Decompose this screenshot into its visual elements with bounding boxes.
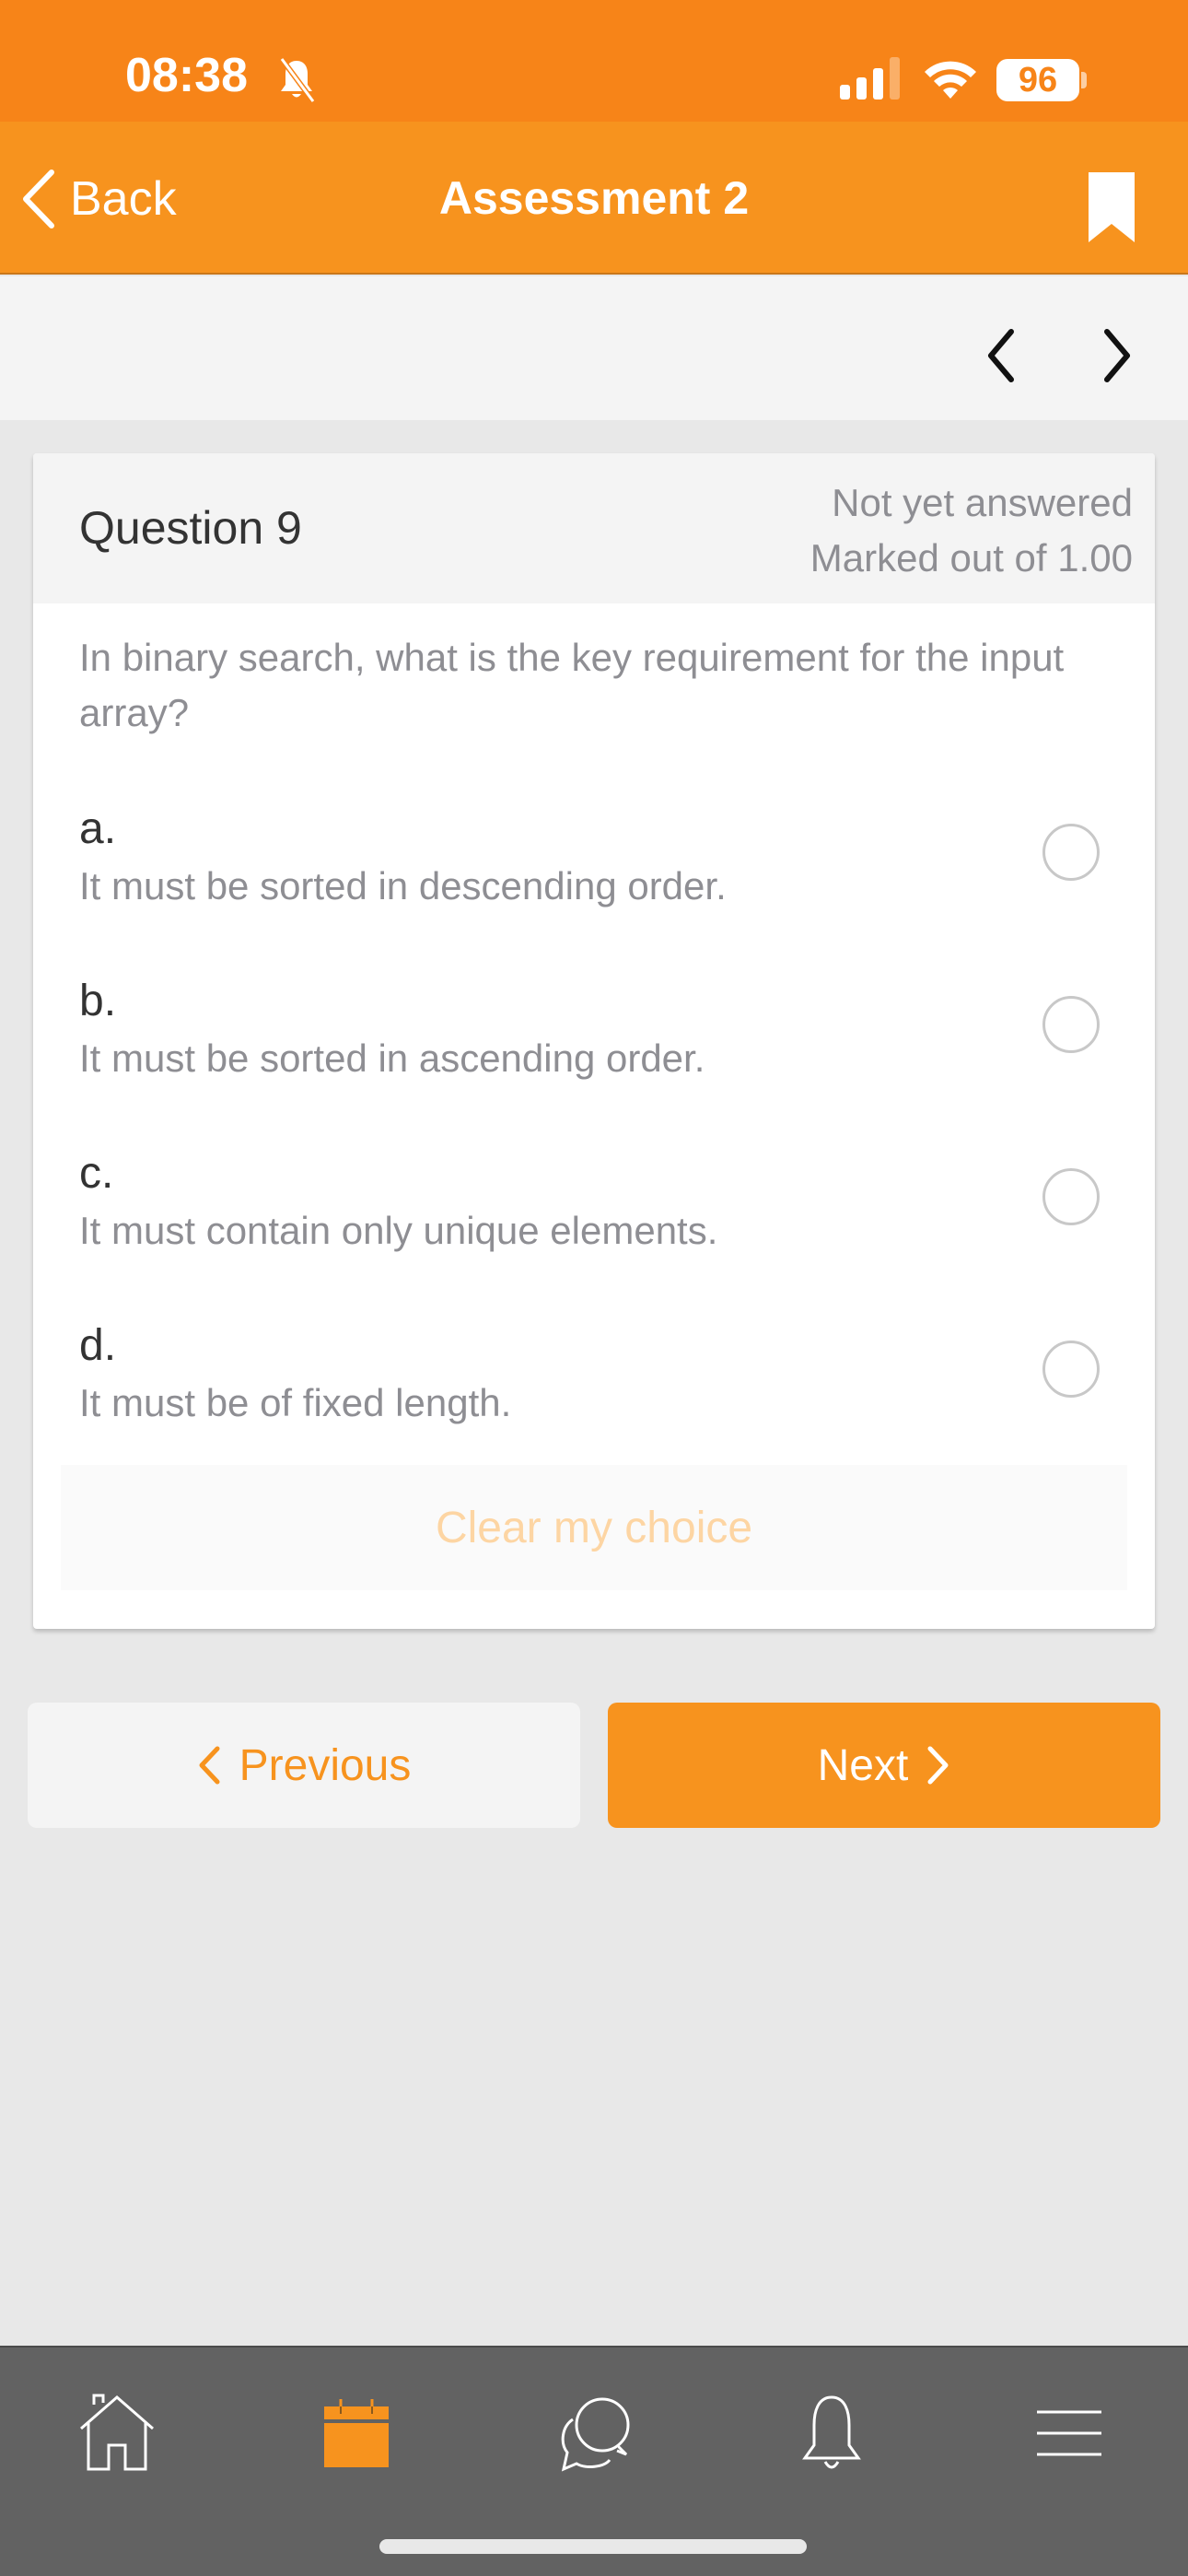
option-text: It must be sorted in descending order. <box>79 864 727 907</box>
clear-choice-button[interactable]: Clear my choice <box>61 1465 1127 1590</box>
question-navigation-bar <box>0 276 1188 420</box>
home-indicator[interactable] <box>379 2539 807 2554</box>
tab-messages[interactable] <box>543 2383 645 2484</box>
next-button[interactable]: Next <box>608 1703 1160 1828</box>
radio-button[interactable] <box>1042 1168 1100 1225</box>
question-text: In binary search, what is the key requir… <box>79 636 1065 734</box>
chat-bubbles-icon <box>561 2397 630 2472</box>
answer-option-c[interactable]: c. It must contain only unique elements. <box>33 1148 1155 1305</box>
page-title: Assessment 2 <box>438 172 750 224</box>
marks-info: Marked out of 1.00 <box>809 536 1133 580</box>
battery-icon: 96 <box>996 59 1079 101</box>
question-header: Question 9 Not yet answered Marked out o… <box>33 453 1155 603</box>
answer-status: Not yet answered <box>832 481 1133 524</box>
option-text: It must be of fixed length. <box>79 1381 512 1424</box>
chevron-right-icon[interactable] <box>1098 328 1135 383</box>
previous-label: Previous <box>239 1740 412 1790</box>
bookmark-icon[interactable] <box>1089 172 1135 242</box>
status-bar: 08:38 96 <box>0 0 1188 122</box>
option-text: It must contain only unique elements. <box>79 1209 718 1252</box>
option-text: It must be sorted in ascending order. <box>79 1036 705 1080</box>
navigation-bar: Back Assessment 2 <box>0 122 1188 275</box>
cellular-signal-icon <box>840 57 900 100</box>
bell-icon <box>802 2395 861 2469</box>
radio-button[interactable] <box>1042 996 1100 1053</box>
tab-more[interactable] <box>1019 2383 1120 2484</box>
question-status: Not yet answered Marked out of 1.00 <box>810 475 1133 586</box>
radio-button[interactable] <box>1042 824 1100 881</box>
calendar-icon <box>324 2399 389 2467</box>
option-letter: d. <box>79 1321 117 1370</box>
answer-option-d[interactable]: d. It must be of fixed length. <box>33 1320 1155 1477</box>
next-label: Next <box>817 1740 909 1790</box>
previous-button[interactable]: Previous <box>28 1703 580 1828</box>
radio-button[interactable] <box>1042 1341 1100 1398</box>
answer-option-b[interactable]: b. It must be sorted in ascending order. <box>33 976 1155 1132</box>
battery-tip <box>1081 72 1087 88</box>
answer-option-a[interactable]: a. It must be sorted in descending order… <box>33 803 1155 960</box>
tab-calendar[interactable] <box>306 2383 407 2484</box>
chevron-left-icon <box>199 1746 220 1785</box>
bell-slash-icon <box>279 57 316 103</box>
option-letter: c. <box>79 1149 114 1198</box>
wifi-icon <box>925 61 976 99</box>
tab-home[interactable] <box>66 2383 168 2484</box>
chevron-right-icon <box>927 1746 949 1785</box>
chevron-left-icon[interactable] <box>984 328 1020 383</box>
question-card: Question 9 Not yet answered Marked out o… <box>33 453 1155 1629</box>
question-title: Question 9 <box>79 502 302 554</box>
option-letter: b. <box>79 977 117 1025</box>
hamburger-menu-icon <box>1037 2410 1101 2456</box>
status-time: 08:38 <box>125 49 248 102</box>
home-icon <box>80 2394 154 2471</box>
option-letter: a. <box>79 804 117 853</box>
tab-notifications[interactable] <box>781 2383 882 2484</box>
